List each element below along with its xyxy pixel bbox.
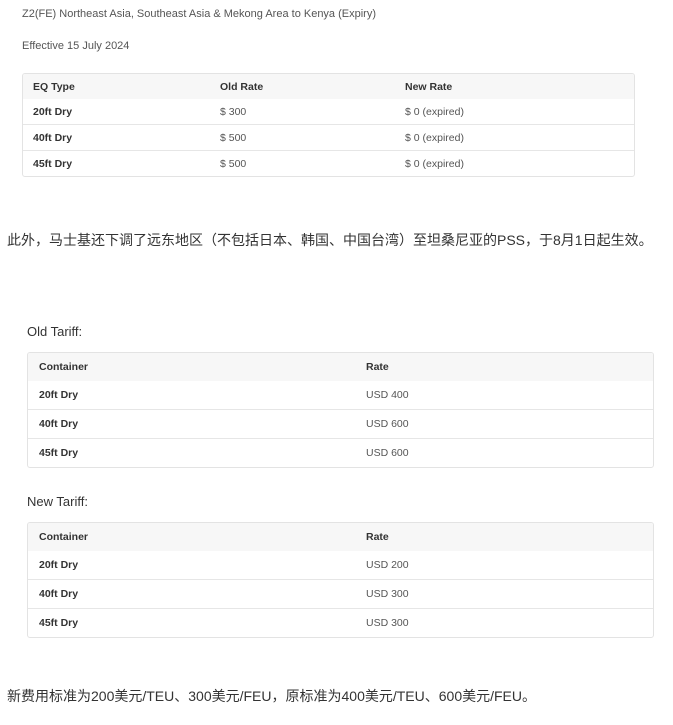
pss-paragraph: 此外，马士基还下调了远东地区（不包括日本、韩国、中国台湾）至坦桑尼亚的PSS，于… (7, 232, 653, 248)
table-row: 45ft Dry USD 300 (28, 609, 653, 638)
table-cell: 45ft Dry (39, 617, 79, 629)
table-row: 45ft Dry $ 500 $ 0 (expired) (23, 151, 634, 177)
table-cell: 40ft Dry (39, 588, 79, 600)
table-cell: USD 600 (366, 418, 409, 430)
table-cell: $ 500 (220, 131, 247, 144)
table-cell: USD 200 (366, 559, 409, 571)
column-header: Container (28, 353, 355, 381)
table-cell: 20ft Dry (33, 105, 73, 118)
route-title: Z2(FE) Northeast Asia, Southeast Asia & … (22, 8, 376, 20)
column-header: Container (28, 523, 355, 551)
column-header: Old Rate (210, 74, 395, 99)
table-row: 45ft Dry USD 600 (28, 439, 653, 468)
table-row: 40ft Dry USD 600 (28, 410, 653, 439)
old-tariff-label: Old Tariff: (27, 324, 83, 339)
table-header-row: Container Rate (28, 523, 653, 551)
rate-table: EQ Type Old Rate New Rate 20ft Dry $ 300… (22, 73, 635, 177)
summary-paragraph: 新费用标准为200美元/TEU、300美元/FEU，原标准为400美元/TEU、… (7, 688, 536, 704)
table-cell: 40ft Dry (33, 131, 73, 144)
table-cell: USD 300 (366, 588, 409, 600)
table-cell: $ 500 (220, 157, 247, 170)
column-header: Rate (355, 353, 653, 381)
table-cell: 45ft Dry (39, 447, 79, 459)
table-cell: USD 400 (366, 389, 409, 401)
new-tariff-label: New Tariff: (27, 494, 88, 509)
table-cell: 40ft Dry (39, 418, 79, 430)
effective-date: Effective 15 July 2024 (22, 40, 130, 52)
table-cell: USD 300 (366, 617, 409, 629)
table-cell: 20ft Dry (39, 559, 79, 571)
column-header: EQ Type (23, 74, 210, 99)
table-row: 40ft Dry USD 300 (28, 580, 653, 609)
column-header: New Rate (395, 74, 634, 99)
table-row: 40ft Dry $ 500 $ 0 (expired) (23, 125, 634, 151)
table-row: 20ft Dry USD 400 (28, 381, 653, 410)
column-header: Rate (355, 523, 653, 551)
table-cell: 20ft Dry (39, 389, 79, 401)
table-cell: 45ft Dry (33, 157, 73, 170)
table-cell: $ 0 (expired) (405, 131, 464, 144)
new-tariff-table: Container Rate 20ft Dry USD 200 40ft Dry… (27, 522, 654, 638)
table-cell: $ 0 (expired) (405, 105, 464, 118)
table-cell: $ 300 (220, 105, 247, 118)
table-header-row: EQ Type Old Rate New Rate (23, 74, 634, 99)
table-row: 20ft Dry USD 200 (28, 551, 653, 580)
table-cell: USD 600 (366, 447, 409, 459)
old-tariff-table: Container Rate 20ft Dry USD 400 40ft Dry… (27, 352, 654, 468)
table-header-row: Container Rate (28, 353, 653, 381)
article-page: Z2(FE) Northeast Asia, Southeast Asia & … (0, 0, 673, 725)
table-cell: $ 0 (expired) (405, 157, 464, 170)
table-row: 20ft Dry $ 300 $ 0 (expired) (23, 99, 634, 125)
